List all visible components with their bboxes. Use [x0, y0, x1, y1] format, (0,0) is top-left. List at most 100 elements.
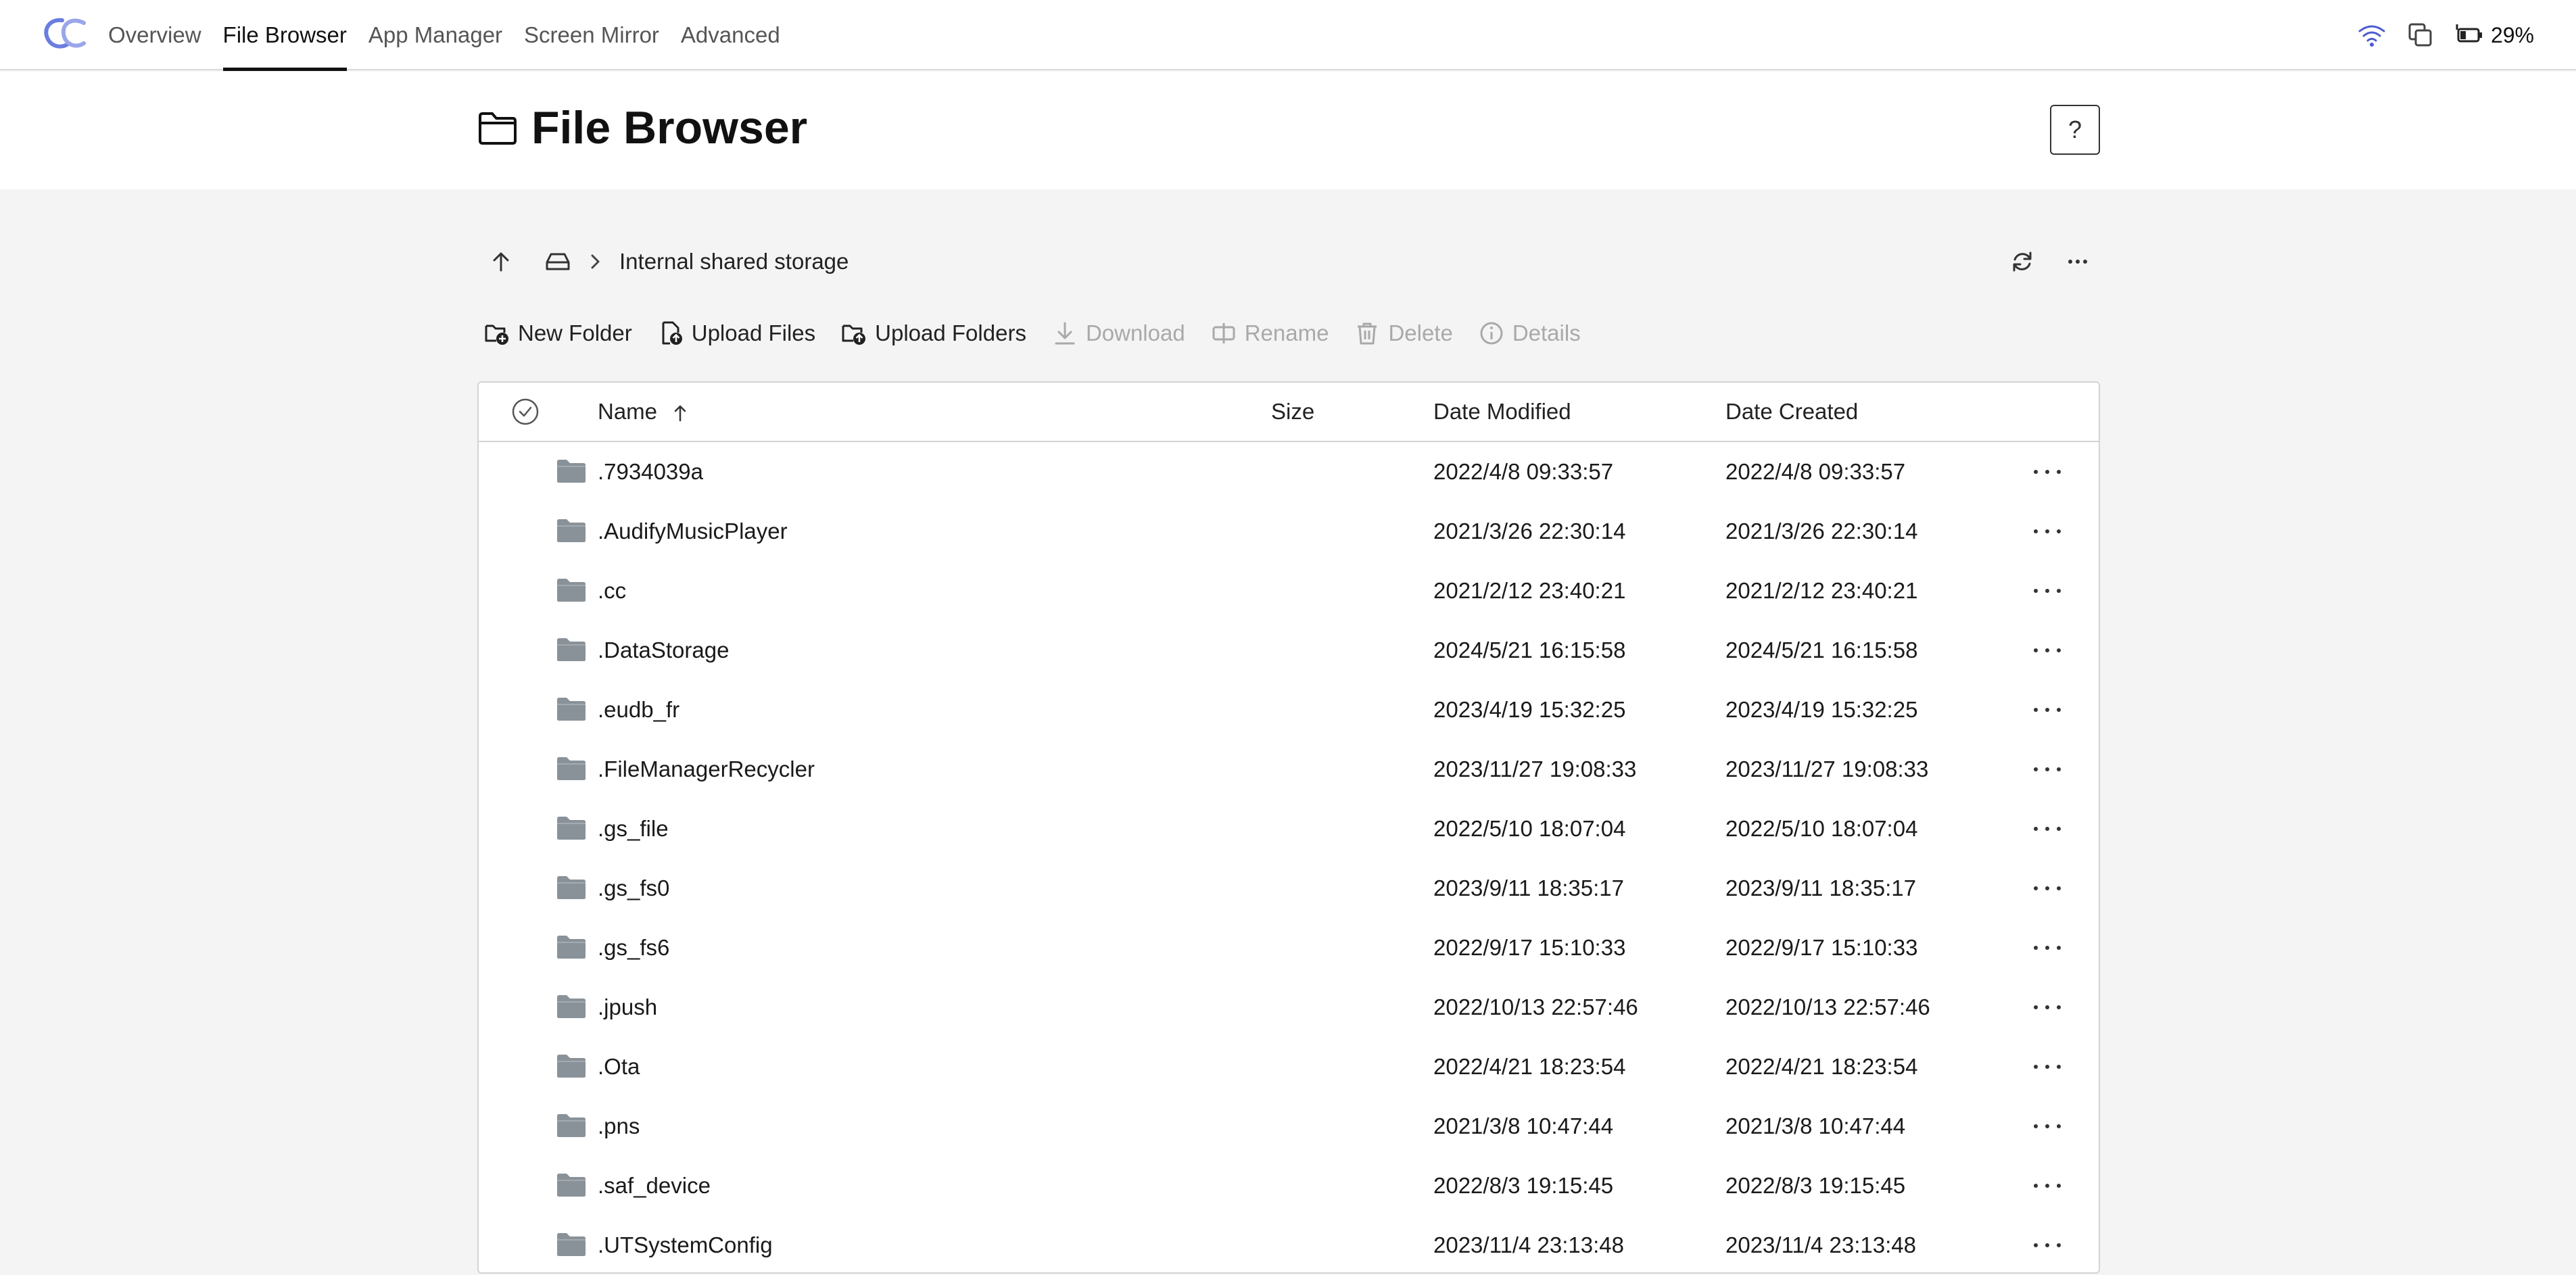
row-more-button[interactable]: [2034, 1114, 2061, 1138]
sort-ascending-icon: [674, 406, 686, 422]
nav-tab-advanced[interactable]: Advanced: [681, 0, 780, 70]
table-row[interactable]: .gs_file 2022/5/10 18:07:04 2022/5/10 18:0…: [479, 799, 2099, 859]
date-created: 2024/5/21 16:15:58: [1725, 638, 1918, 663]
column-header-date-created[interactable]: Date Created: [1725, 399, 1858, 425]
table-row[interactable]: .gs_fs0 2023/9/11 18:35:17 2023/9/11 18:35…: [479, 859, 2099, 918]
select-all-checkbox[interactable]: [511, 398, 540, 426]
top-nav-bar: Overview File Browser App Manager Screen…: [0, 0, 2576, 71]
file-name[interactable]: .jpush: [598, 994, 657, 1020]
file-name[interactable]: .FileManagerRecycler: [598, 756, 815, 782]
date-modified: 2022/4/8 09:33:57: [1433, 459, 1614, 484]
file-name[interactable]: .pns: [598, 1113, 640, 1139]
delete-button[interactable]: Delete: [1354, 320, 1453, 346]
row-more-button[interactable]: [2034, 1233, 2061, 1257]
battery-charging-icon: [2456, 24, 2482, 43]
date-modified: 2023/4/19 15:32:25: [1433, 697, 1626, 722]
table-row[interactable]: .saf_device 2022/8/3 19:15:45 2022/8/3 19:…: [479, 1156, 2099, 1216]
date-created: 2022/5/10 18:07:04: [1725, 816, 1918, 841]
download-icon: [1055, 322, 1075, 345]
file-name[interactable]: .DataStorage: [598, 638, 729, 663]
table-row[interactable]: .eudb_fr 2023/4/19 15:32:25 2023/4/19 15:3…: [479, 680, 2099, 740]
more-options-button[interactable]: [2059, 243, 2096, 280]
row-more-button[interactable]: [2034, 817, 2061, 841]
app-logo-icon[interactable]: [42, 16, 87, 51]
folder-icon: [557, 757, 586, 780]
table-row[interactable]: .cc 2021/2/12 23:40:21 2021/2/12 23:40:21: [479, 561, 2099, 621]
copy-icon[interactable]: [2406, 20, 2435, 50]
refresh-button[interactable]: [2004, 243, 2041, 280]
table-row[interactable]: .FileManagerRecycler 2023/11/27 19:08:33 2…: [479, 740, 2099, 799]
table-row[interactable]: .UTSystemConfig 2023/11/4 23:13:48 2023/11…: [479, 1216, 2099, 1275]
go-up-button[interactable]: [483, 243, 519, 280]
table-row[interactable]: .DataStorage 2024/5/21 16:15:58 2024/5/21 …: [479, 621, 2099, 680]
file-name[interactable]: .AudifyMusicPlayer: [598, 519, 788, 544]
date-modified: 2022/8/3 19:15:45: [1433, 1173, 1614, 1198]
file-name[interactable]: .gs_fs6: [598, 935, 669, 961]
row-more-button[interactable]: [2034, 995, 2061, 1019]
row-more-button[interactable]: [2034, 757, 2061, 781]
upload-folders-button[interactable]: Upload Folders: [841, 320, 1026, 346]
breadcrumb-internal-storage[interactable]: Internal shared storage: [619, 249, 849, 274]
date-created: 2021/3/8 10:47:44: [1725, 1113, 1906, 1138]
table-row[interactable]: .jpush 2022/10/13 22:57:46 2022/10/13 22:5…: [479, 978, 2099, 1037]
upload-folder-icon: [842, 324, 866, 345]
rename-label: Rename: [1244, 320, 1329, 345]
column-header-size[interactable]: Size: [1271, 399, 1314, 425]
file-name[interactable]: .cc: [598, 578, 626, 604]
column-header-name[interactable]: Name: [598, 399, 688, 425]
rename-button[interactable]: Rename: [1211, 320, 1329, 346]
date-modified: 2021/3/26 22:30:14: [1433, 519, 1626, 544]
nav-tab-file-browser[interactable]: File Browser: [222, 0, 348, 71]
page-header: File Browser ?: [0, 72, 2576, 189]
page-title: File Browser: [531, 102, 808, 153]
trash-icon: [1358, 322, 1377, 345]
column-header-date-modified[interactable]: Date Modified: [1433, 399, 1571, 425]
row-more-button[interactable]: [2034, 936, 2061, 960]
table-row[interactable]: .gs_fs6 2022/9/17 15:10:33 2022/9/17 15:10…: [479, 918, 2099, 978]
file-name[interactable]: .UTSystemConfig: [598, 1232, 773, 1258]
date-created: 2022/8/3 19:15:45: [1725, 1173, 1906, 1198]
download-label: Download: [1085, 320, 1185, 345]
upload-file-icon: [662, 321, 682, 345]
help-button[interactable]: ?: [2050, 105, 2100, 155]
nav-tab-app-manager[interactable]: App Manager: [368, 0, 502, 70]
row-more-button[interactable]: [2034, 1055, 2061, 1079]
date-created: 2023/11/4 23:13:48: [1725, 1232, 1916, 1257]
row-more-button[interactable]: [2034, 876, 2061, 900]
details-button[interactable]: Details: [1479, 320, 1581, 346]
folder-icon: [557, 1174, 586, 1197]
table-row[interactable]: .Ota 2022/4/21 18:23:54 2022/4/21 18:23:54: [479, 1037, 2099, 1097]
row-more-button[interactable]: [2034, 460, 2061, 484]
folder-icon: [557, 519, 586, 542]
upload-folders-label: Upload Folders: [875, 320, 1026, 345]
row-more-button[interactable]: [2034, 579, 2061, 603]
row-more-button[interactable]: [2034, 519, 2061, 544]
table-row[interactable]: .7934039a 2022/4/8 09:33:57 2022/4/8 09:33…: [479, 442, 2099, 502]
row-more-button[interactable]: [2034, 1174, 2061, 1198]
date-created: 2023/4/19 15:32:25: [1725, 697, 1918, 722]
row-more-button[interactable]: [2034, 698, 2061, 722]
file-name[interactable]: .eudb_fr: [598, 697, 679, 723]
file-name[interactable]: .gs_file: [598, 816, 669, 842]
date-modified: 2021/2/12 23:40:21: [1433, 578, 1626, 603]
table-row[interactable]: .pns 2021/3/8 10:47:44 2021/3/8 10:47:44: [479, 1097, 2099, 1156]
row-more-button[interactable]: [2034, 638, 2061, 663]
nav-tab-overview[interactable]: Overview: [108, 0, 201, 70]
upload-files-button[interactable]: Upload Files: [658, 320, 815, 346]
file-name[interactable]: .7934039a: [598, 459, 703, 485]
date-modified: 2022/4/21 18:23:54: [1433, 1054, 1626, 1079]
file-name[interactable]: .gs_fs0: [598, 875, 669, 901]
download-button[interactable]: Download: [1052, 320, 1185, 346]
main-nav: Overview File Browser App Manager Screen…: [108, 0, 802, 71]
new-folder-button[interactable]: New Folder: [484, 320, 632, 346]
date-modified: 2022/10/13 22:57:46: [1433, 994, 1638, 1019]
arrow-up-icon: [493, 252, 509, 272]
date-created: 2022/9/17 15:10:33: [1725, 935, 1918, 960]
file-name[interactable]: .Ota: [598, 1054, 640, 1080]
nav-tab-screen-mirror[interactable]: Screen Mirror: [524, 0, 659, 70]
drive-button[interactable]: [540, 243, 576, 280]
table-row[interactable]: .AudifyMusicPlayer 2021/3/26 22:30:14 2021…: [479, 502, 2099, 561]
file-name[interactable]: .saf_device: [598, 1173, 711, 1199]
date-modified: 2023/9/11 18:35:17: [1433, 875, 1624, 900]
date-created: 2022/10/13 22:57:46: [1725, 994, 1930, 1019]
